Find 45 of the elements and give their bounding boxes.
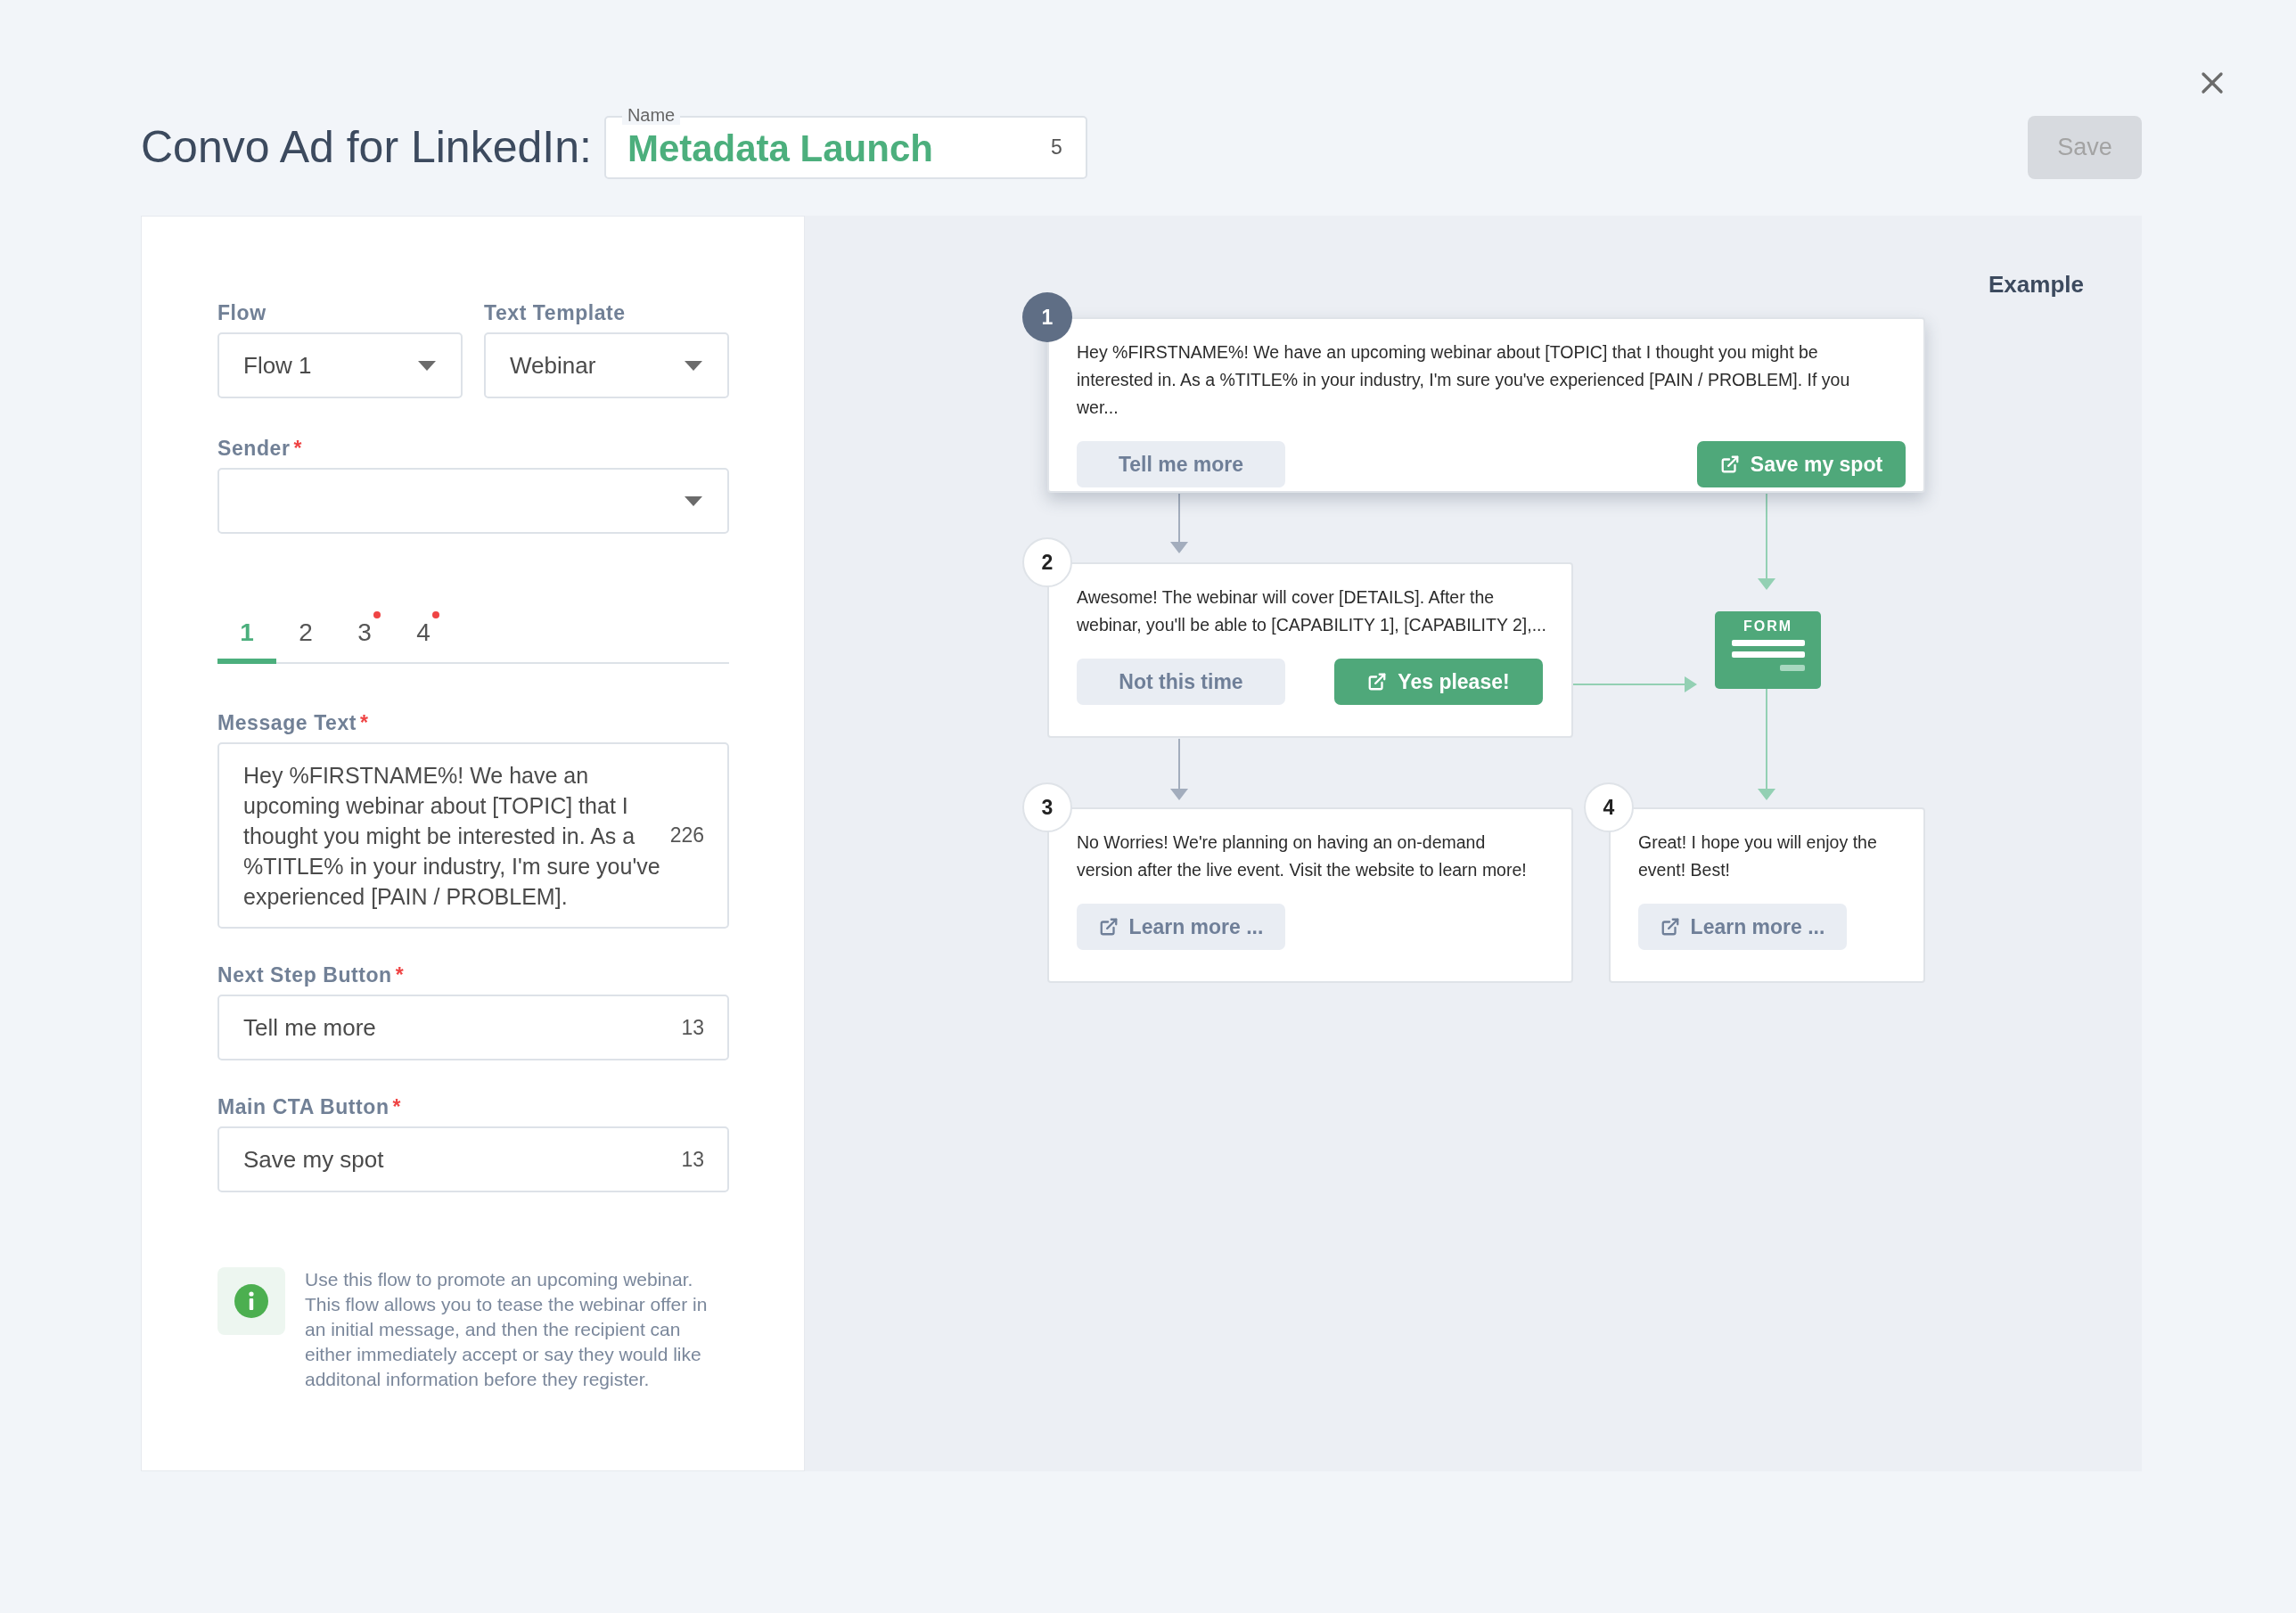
field-label: Message Text: [217, 710, 357, 735]
step-number-badge: 2: [1022, 537, 1072, 587]
external-link-icon: [1098, 917, 1119, 937]
character-count: 13: [681, 1014, 704, 1041]
message-text: Awesome! The webinar will cover [DETAILS]. After the webinar, you'll be able to [CAPABILITY 1], [CAPABILITY 2],...: [1077, 586, 1547, 636]
required-asterisk: *: [293, 436, 302, 461]
external-link-icon: [1660, 917, 1680, 937]
step-number-badge: 4: [1584, 782, 1634, 832]
character-count: 5: [1051, 135, 1062, 161]
required-asterisk: *: [392, 1094, 401, 1119]
form-lines-icon: [1731, 640, 1805, 674]
field-label: Next Step Button: [217, 962, 392, 987]
field-label: Main CTA Button: [217, 1094, 390, 1119]
step-tab[interactable]: 3: [335, 602, 394, 664]
example-title: Example: [1988, 270, 2084, 299]
dropdown-caret-icon: [418, 360, 436, 371]
step-number-badge: 1: [1022, 292, 1072, 342]
step-tab[interactable]: 4: [394, 602, 453, 664]
message-text-field[interactable]: Hey %FIRSTNAME%! We have an upcoming webinar about [TOPIC] that I thought you might be interested in. As a %TITLE% in your industry, I'm sure you've experienced [PAIN / PROBLEM]. 226: [217, 742, 729, 929]
page-title: Convo Ad for LinkedIn:: [141, 121, 592, 174]
info-text: Use this flow to promote an upcoming webinar. This flow allows you to tease the webinar offer in an initial message, and then the recipient can either immediately accept or say they would like additonal information before they register.: [305, 1268, 709, 1391]
step-number-badge: 3: [1022, 782, 1072, 832]
connector-arrow: [1170, 738, 1188, 800]
dropdown-select[interactable]: Webinar: [484, 332, 729, 398]
message-text: No Worries! We're planning on having an on-demand version after the live event. Visit the website to learn more!: [1077, 831, 1528, 881]
character-count: 226: [669, 823, 704, 849]
form-label: FORM: [1742, 618, 1793, 635]
field-label: Flow: [217, 300, 266, 325]
dropdown-caret-icon: [685, 495, 702, 506]
message-text: Great! I hope you will enjoy the event! Best!: [1638, 831, 1878, 881]
text-input-field[interactable]: Tell me more 13: [217, 995, 729, 1060]
field-label: Text Template: [484, 300, 626, 325]
dropdown-select[interactable]: Flow 1: [217, 332, 463, 398]
info-icon: [234, 1284, 268, 1318]
connector-arrow: [1170, 493, 1188, 553]
dropdown-caret-icon: [685, 360, 702, 371]
external-link-icon: [1367, 672, 1388, 692]
required-asterisk: *: [395, 962, 404, 987]
text-input-field[interactable]: Save my spot 13: [217, 1126, 729, 1192]
message-text: Hey %FIRSTNAME%! We have an upcoming webinar about [TOPIC] that I thought you might be interested in. As a %TITLE% in your industry, I'm sure you've experienced [PAIN / PROBLEM]. If you wer...: [1077, 341, 1851, 419]
step-tab[interactable]: 2: [276, 602, 335, 664]
required-asterisk: *: [360, 710, 368, 735]
field-label: Sender: [217, 436, 291, 461]
character-count: 13: [681, 1146, 704, 1173]
external-link-icon: [1719, 454, 1740, 474]
